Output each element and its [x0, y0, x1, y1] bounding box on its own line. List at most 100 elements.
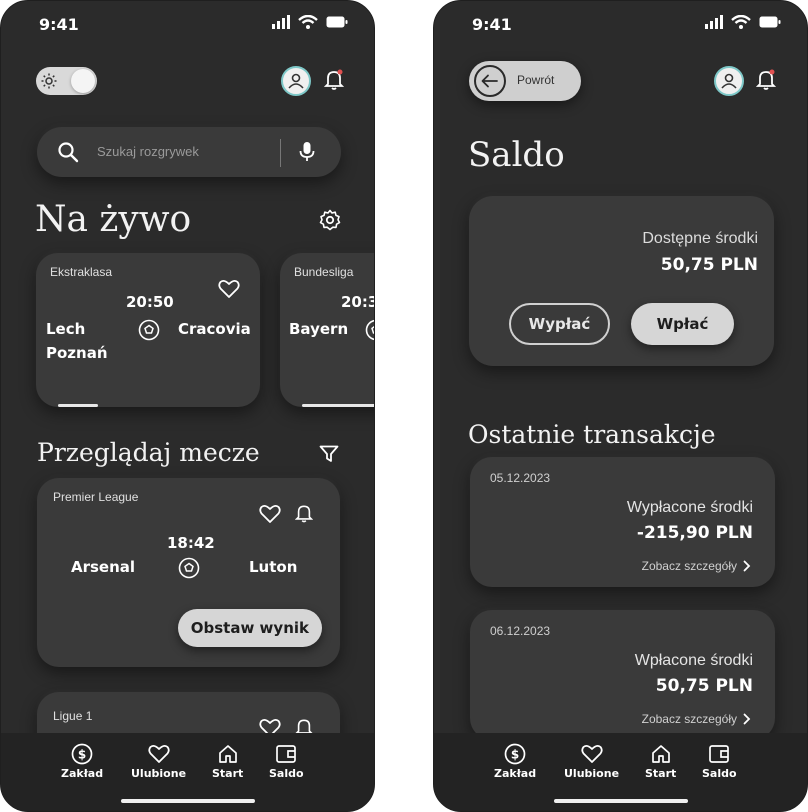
notifications-button[interactable] [323, 69, 345, 95]
profile-avatar-button[interactable] [281, 66, 311, 96]
tab-balance[interactable]: Saldo [269, 743, 304, 780]
tab-label: Saldo [702, 767, 737, 780]
phone-screen-balance: 9:41 Powrót Saldo Dostępne środki 50,75 … [433, 0, 808, 812]
balance-card: Dostępne środki 50,75 PLN Wypłać Wpłać [469, 196, 774, 366]
details-link-label: Zobacz szczegóły [641, 712, 737, 726]
home-team: Bayern [289, 320, 349, 338]
away-team: Cracovia [178, 320, 251, 338]
transaction-label: Wypłacone środki [626, 499, 753, 516]
match-time: 20:50 [126, 293, 174, 311]
tab-label: Ulubione [564, 767, 620, 780]
soccer-ball-icon [178, 557, 200, 579]
bell-icon [755, 69, 777, 90]
browse-section-title: Przeglądaj mecze [37, 438, 260, 467]
soccer-ball-icon [365, 319, 374, 341]
heart-icon [147, 744, 170, 763]
live-progress-bar [58, 404, 98, 407]
live-match-card[interactable]: Bundesliga 20:3 Bayern [280, 253, 375, 407]
sun-icon [41, 73, 57, 89]
chevron-right-icon [743, 713, 751, 725]
place-bet-button[interactable]: Obstaw wynik [177, 609, 322, 647]
status-icons [272, 15, 348, 29]
settings-gear-icon[interactable] [319, 209, 341, 231]
league-name: Ekstraklasa [50, 265, 113, 279]
battery-icon [326, 16, 348, 28]
available-funds-amount: 50,75 PLN [660, 255, 758, 275]
transaction-date: 05.12.2023 [490, 471, 551, 485]
transaction-card: 05.12.2023 Wypłacone środki -215,90 PLN … [470, 457, 775, 587]
signal-icon [272, 15, 290, 29]
filter-icon[interactable] [319, 445, 339, 463]
favorite-heart-icon[interactable] [259, 504, 281, 524]
details-link-label: Zobacz szczegóły [641, 559, 737, 573]
bell-icon[interactable] [295, 503, 313, 524]
home-icon [218, 745, 237, 763]
battery-icon [759, 16, 781, 28]
transactions-section-title: Ostatnie transakcje [468, 420, 716, 449]
tab-bet[interactable]: $ Zakład [494, 743, 536, 780]
deposit-button[interactable]: Wpłać [631, 303, 734, 345]
tab-start[interactable]: Start [645, 743, 676, 780]
back-button[interactable]: Powrót [469, 61, 581, 101]
svg-text:$: $ [78, 748, 86, 762]
back-label: Powrót [517, 73, 555, 87]
search-divider [280, 139, 281, 167]
live-progress-bar [302, 404, 374, 407]
tab-bet[interactable]: $ Zakład [61, 743, 103, 780]
search-input[interactable]: Szukaj rozgrywek [97, 144, 199, 159]
page-title: Saldo [468, 135, 565, 175]
status-time: 9:41 [39, 15, 79, 34]
status-icons [705, 15, 781, 29]
bottom-tab-bar: $ Zakład Ulubione Start Saldo [1, 733, 374, 811]
chevron-right-icon [743, 560, 751, 572]
heart-icon [580, 744, 603, 763]
live-match-card[interactable]: Ekstraklasa 20:50 Lech Poznań Cracovia [36, 253, 260, 407]
bell-icon [323, 69, 345, 90]
match-time: 20:3 [341, 293, 375, 311]
tab-label: Saldo [269, 767, 304, 780]
tab-label: Start [212, 767, 244, 780]
match-card[interactable]: Premier League 18:42 Arsenal Luton Obsta… [37, 478, 340, 667]
transaction-label: Wpłacone środki [634, 652, 753, 669]
status-time: 9:41 [472, 15, 512, 34]
microphone-icon[interactable] [299, 141, 315, 163]
league-name: Ligue 1 [53, 709, 93, 723]
home-indicator [554, 799, 688, 803]
transaction-date: 06.12.2023 [490, 624, 551, 638]
favorite-heart-icon[interactable] [218, 279, 240, 299]
tab-label: Ulubione [131, 767, 187, 780]
league-name: Premier League [53, 490, 139, 504]
theme-toggle[interactable] [36, 67, 97, 95]
available-funds-label: Dostępne środki [642, 230, 758, 247]
user-icon [721, 73, 737, 89]
withdraw-button[interactable]: Wypłać [509, 303, 610, 345]
transaction-amount: -215,90 PLN [636, 523, 753, 543]
wallet-icon [276, 745, 297, 763]
notifications-button[interactable] [755, 69, 777, 95]
home-icon [651, 745, 670, 763]
tab-balance[interactable]: Saldo [702, 743, 737, 780]
toggle-knob [71, 69, 95, 93]
tab-favorites[interactable]: Ulubione [564, 743, 619, 780]
home-team: Lech Poznań [46, 320, 108, 362]
transaction-details-link[interactable]: Zobacz szczegóły [642, 559, 751, 573]
away-team: Luton [249, 558, 298, 576]
wifi-icon [731, 15, 751, 29]
dollar-icon: $ [504, 743, 526, 765]
tab-label: Start [645, 767, 677, 780]
tab-start[interactable]: Start [212, 743, 243, 780]
phone-screen-home: 9:41 Szukaj rozgrywek Na żywo Ekstraklas… [0, 0, 375, 812]
transaction-amount: 50,75 PLN [655, 676, 753, 696]
tab-favorites[interactable]: Ulubione [131, 743, 186, 780]
bottom-tab-bar: $ Zakład Ulubione Start Saldo [434, 733, 807, 811]
search-bar[interactable]: Szukaj rozgrywek [37, 127, 341, 177]
soccer-ball-icon [138, 319, 160, 341]
home-indicator [121, 799, 255, 803]
home-team: Arsenal [71, 558, 136, 576]
signal-icon [705, 15, 723, 29]
transaction-details-link[interactable]: Zobacz szczegóły [642, 712, 751, 726]
back-arrow-icon [474, 65, 506, 97]
transaction-card: 06.12.2023 Wpłacone środki 50,75 PLN Zob… [470, 610, 775, 740]
profile-avatar-button[interactable] [714, 66, 744, 96]
search-icon [58, 142, 79, 163]
